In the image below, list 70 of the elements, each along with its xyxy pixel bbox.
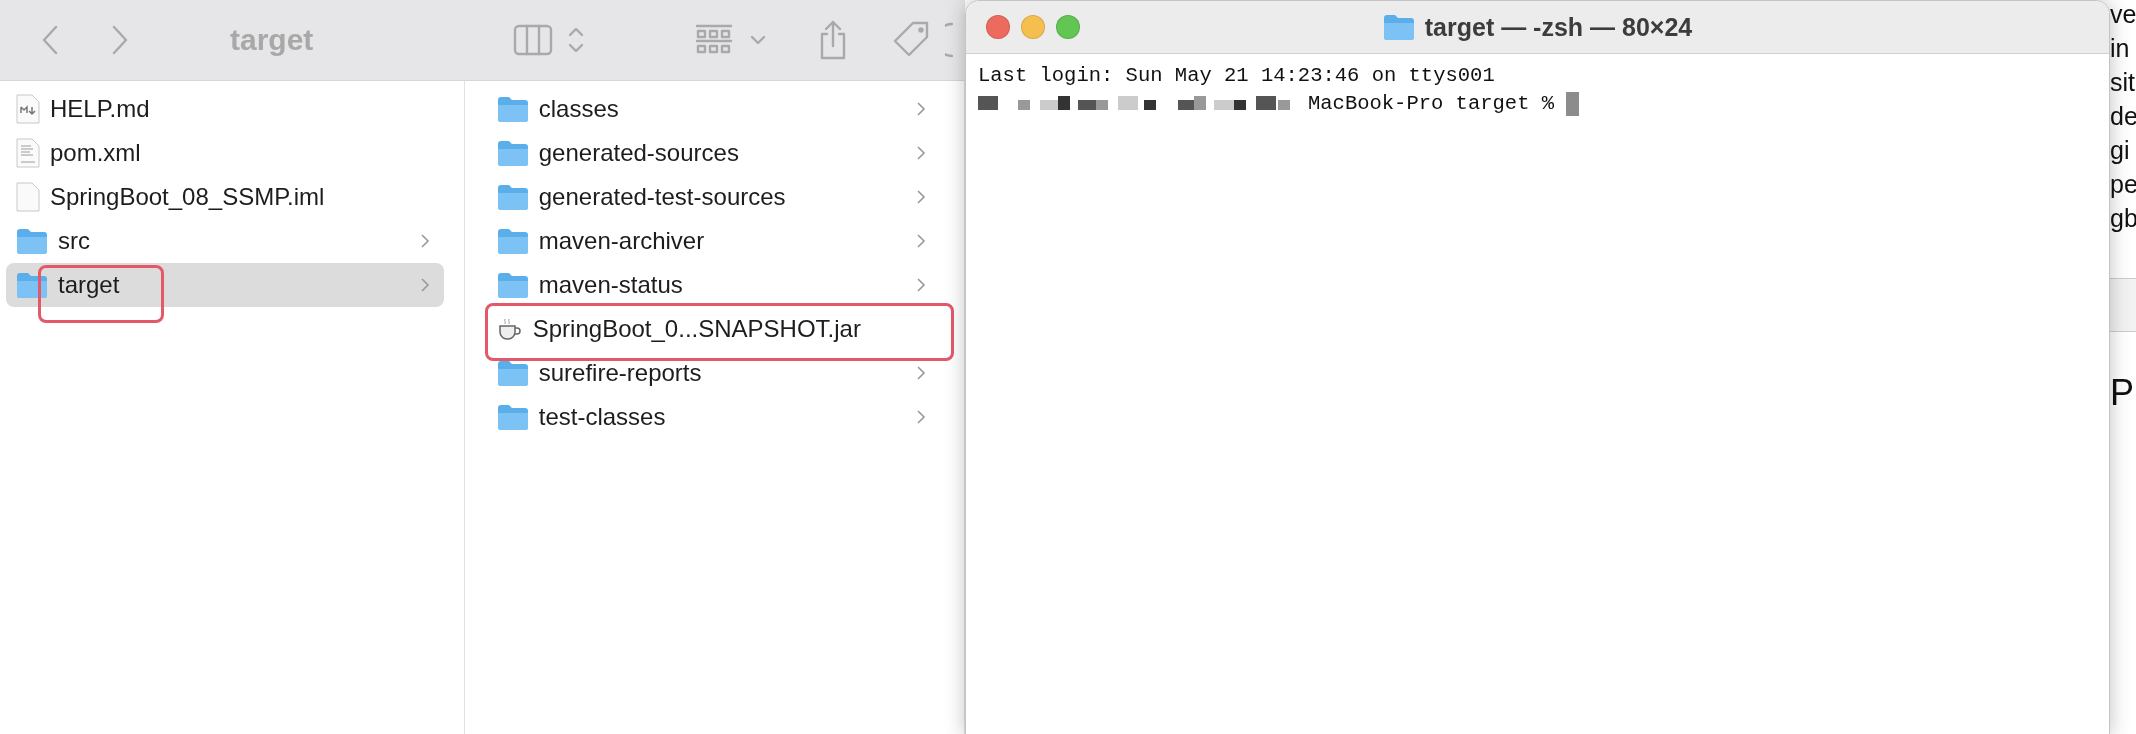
- window-title: target — -zsh — 80×24: [1424, 12, 1693, 42]
- text-fragment: gi: [2110, 136, 2131, 166]
- chevron-icon: [916, 233, 926, 249]
- text-fragment: ve: [2110, 0, 2136, 30]
- folder-icon: [496, 184, 529, 210]
- file-name: maven-archiver: [538, 227, 706, 255]
- folder-icon: [496, 272, 529, 298]
- chevron-icon: [916, 277, 926, 293]
- text-cursor: [1566, 92, 1580, 116]
- chevron-icon: [916, 101, 926, 117]
- folder-icon: [496, 360, 529, 386]
- chevron-icon: [916, 189, 926, 205]
- forward-icon[interactable]: [110, 24, 130, 56]
- zoom-button[interactable]: [1056, 15, 1080, 39]
- window-title: target: [230, 23, 314, 57]
- back-icon[interactable]: [40, 24, 60, 56]
- close-button[interactable]: [986, 15, 1010, 39]
- chevron-down-icon[interactable]: [749, 34, 768, 46]
- text-fragment: P: [2110, 372, 2135, 414]
- file-name: pom.xml: [50, 139, 142, 167]
- file-name: maven-status: [538, 271, 684, 299]
- folder-icon: [16, 228, 48, 254]
- file-list-row[interactable]: generated-test-sources: [482, 175, 940, 219]
- file-name: surefire-reports: [538, 359, 703, 387]
- file-list-row[interactable]: SpringBoot_0...SNAPSHOT.jar: [482, 307, 940, 351]
- xml-file-icon: [16, 138, 40, 168]
- chevron-icon: [419, 277, 430, 293]
- up-down-chevron-icon[interactable]: [567, 25, 586, 55]
- chevron-icon: [419, 233, 430, 249]
- terminal-prompt: MacBook-Pro target %: [1308, 91, 1555, 117]
- text-fragment: sit: [2110, 68, 2136, 98]
- file-list-row[interactable]: SpringBoot_08_SSMP.iml: [6, 175, 444, 219]
- text-fragment: in: [2110, 34, 2131, 64]
- folder-icon: [1382, 14, 1415, 40]
- folder-icon: [496, 228, 529, 254]
- chevron-icon: [916, 409, 926, 425]
- folder-icon: [496, 140, 529, 166]
- file-list-row[interactable]: maven-archiver: [482, 219, 940, 263]
- text-fragment: de: [2110, 102, 2136, 132]
- file-name: src: [58, 227, 91, 255]
- folder-icon: [496, 404, 529, 430]
- file-list-row[interactable]: pom.xml: [6, 131, 444, 175]
- file-name: generated-test-sources: [538, 183, 787, 211]
- text-fragment: gb: [2110, 204, 2136, 234]
- file-name: HELP.md: [50, 95, 151, 123]
- chevron-icon: [916, 365, 926, 381]
- file-list-row[interactable]: src: [6, 219, 444, 263]
- file-list-row[interactable]: generated-sources: [482, 131, 940, 175]
- column-view-icon[interactable]: [513, 24, 554, 56]
- markdown-file-icon: [16, 94, 40, 124]
- terminal-text: Last login: Sun May 21 14:23:46 on ttys001: [978, 63, 1495, 89]
- file-name: target: [58, 271, 121, 299]
- file-name: SpringBoot_08_SSMP.iml: [50, 183, 326, 211]
- file-list-row[interactable]: HELP.md: [6, 87, 444, 131]
- file-list-row[interactable]: maven-status: [482, 263, 940, 307]
- minimize-button[interactable]: [1021, 15, 1045, 39]
- file-list-row[interactable]: surefire-reports: [482, 351, 940, 395]
- file-list-row[interactable]: classes: [482, 87, 940, 131]
- folder-icon: [496, 96, 529, 122]
- file-list-row[interactable]: target: [6, 263, 444, 307]
- file-name: classes: [538, 95, 620, 123]
- file-name: SpringBoot_0...SNAPSHOT.jar: [532, 315, 862, 343]
- file-list-row[interactable]: test-classes: [482, 395, 940, 439]
- file-name: test-classes: [538, 403, 667, 431]
- coffee-cup-icon: [496, 317, 523, 341]
- file-name: generated-sources: [538, 139, 740, 167]
- text-fragment: pe: [2110, 170, 2136, 200]
- document-icon: [16, 182, 40, 212]
- chevron-icon: [916, 145, 926, 161]
- folder-icon: [16, 272, 48, 298]
